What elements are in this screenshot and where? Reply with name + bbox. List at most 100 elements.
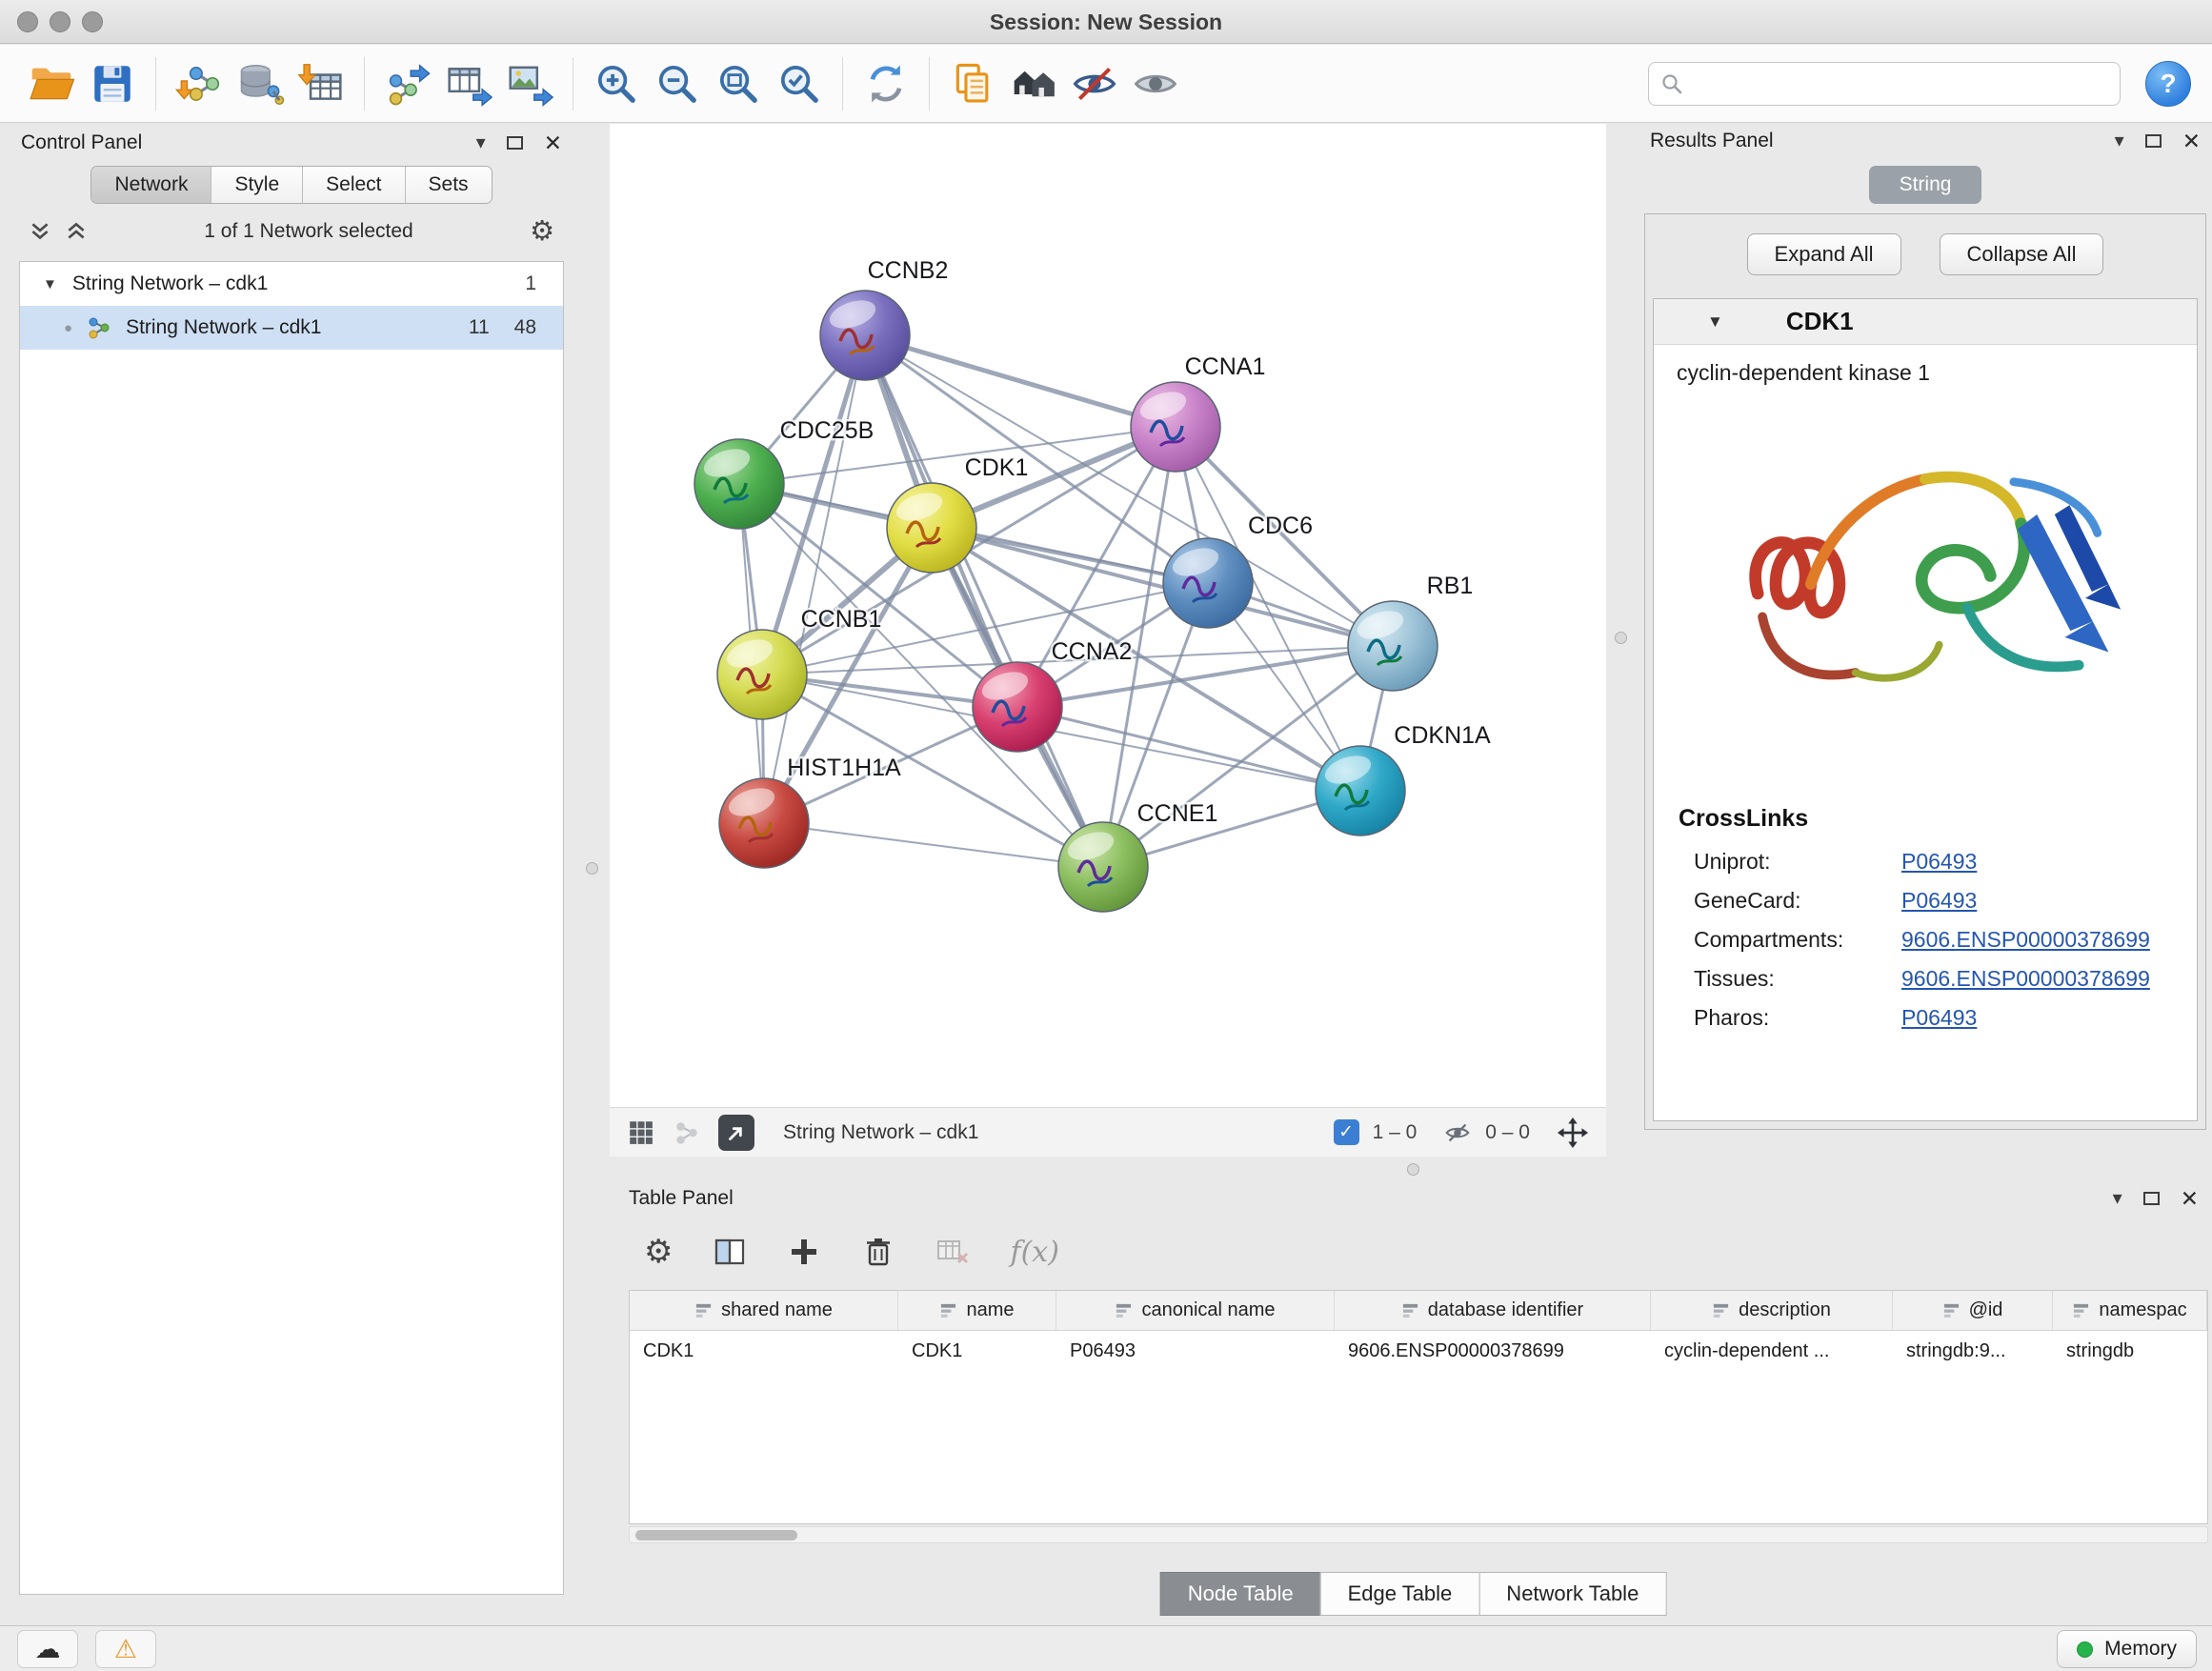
- zoom-fit-button[interactable]: [708, 53, 769, 114]
- table-cell[interactable]: CDK1: [898, 1331, 1056, 1371]
- crosslink-link-tissues[interactable]: 9606.ENSP00000378699: [1901, 966, 2150, 992]
- memory-button[interactable]: Memory: [2057, 1630, 2197, 1668]
- apply-layout-button[interactable]: [855, 53, 916, 114]
- table-cell[interactable]: CDK1: [630, 1331, 898, 1371]
- save-session-button[interactable]: [82, 53, 143, 114]
- table-settings-gear-icon[interactable]: ⚙: [644, 1236, 673, 1268]
- open-session-button[interactable]: [21, 53, 82, 114]
- toolbar-search[interactable]: [1648, 62, 2121, 106]
- column-header-id[interactable]: @id: [1893, 1291, 2053, 1330]
- gene-card-header[interactable]: ▼ CDK1: [1654, 299, 2197, 345]
- column-header-database-identifier[interactable]: database identifier: [1335, 1291, 1651, 1330]
- collapse-all-button[interactable]: Collapse All: [1940, 233, 2104, 275]
- open-in-window-button[interactable]: [718, 1115, 754, 1151]
- tab-string[interactable]: String: [1869, 166, 1981, 204]
- column-header-namespace[interactable]: namespac: [2053, 1291, 2207, 1330]
- import-network-file-button[interactable]: [169, 53, 230, 114]
- search-input[interactable]: [1691, 72, 2108, 95]
- tab-network-table[interactable]: Network Table: [1478, 1572, 1666, 1616]
- zoom-out-button[interactable]: [647, 53, 708, 114]
- birds-eye-grid-icon[interactable]: [627, 1118, 655, 1147]
- add-row-plus-icon[interactable]: [787, 1235, 821, 1269]
- column-header-shared-name[interactable]: shared name: [630, 1291, 898, 1330]
- zoom-in-button[interactable]: [586, 53, 647, 114]
- float-panel-icon[interactable]: [507, 136, 523, 150]
- network-node-rb1[interactable]: RB1: [1348, 573, 1473, 691]
- hidden-eye-slash-icon[interactable]: [1443, 1118, 1472, 1147]
- network-node-hist1h1a[interactable]: HIST1H1A: [719, 755, 901, 868]
- double-chevron-up-icon[interactable]: [65, 220, 88, 243]
- network-node-cdk1[interactable]: CDK1: [887, 454, 1028, 573]
- collapse-panel-icon[interactable]: ▾: [2115, 131, 2124, 151]
- expand-all-button[interactable]: Expand All: [1747, 233, 1901, 275]
- network-edge[interactable]: [764, 823, 1103, 867]
- close-panel-icon[interactable]: ✕: [544, 132, 562, 154]
- collapse-gene-icon[interactable]: ▼: [1707, 312, 1723, 332]
- help-button[interactable]: ?: [2145, 61, 2191, 107]
- splitter-handle[interactable]: [1615, 632, 1627, 644]
- float-panel-icon[interactable]: [2143, 1192, 2160, 1205]
- show-graphics-button[interactable]: [1125, 53, 1186, 114]
- network-node-cdkn1a[interactable]: CDKN1A: [1316, 722, 1491, 836]
- splitter-handle[interactable]: [586, 862, 598, 875]
- tab-select[interactable]: Select: [303, 167, 405, 203]
- export-image-button[interactable]: [499, 53, 560, 114]
- network-node-cdc25b[interactable]: CDC25B: [694, 417, 874, 529]
- network-node-ccna1[interactable]: CCNA1: [1131, 353, 1265, 472]
- cloud-button[interactable]: ☁: [17, 1630, 78, 1668]
- collapse-panel-icon[interactable]: ▾: [2113, 1189, 2122, 1208]
- tree-expand-icon[interactable]: ▼: [43, 276, 57, 292]
- tab-node-table[interactable]: Node Table: [1160, 1572, 1321, 1616]
- network-edge[interactable]: [865, 335, 1103, 867]
- table-cell[interactable]: P06493: [1056, 1331, 1335, 1371]
- selected-checkbox-icon[interactable]: ✓: [1334, 1119, 1359, 1145]
- double-chevron-down-icon[interactable]: [29, 220, 51, 243]
- close-panel-icon[interactable]: ✕: [2181, 1188, 2199, 1210]
- import-network-database-button[interactable]: [230, 53, 291, 114]
- network-edge[interactable]: [865, 335, 1176, 427]
- crosslink-link-pharos[interactable]: P06493: [1901, 1005, 1977, 1031]
- column-header-description[interactable]: description: [1651, 1291, 1893, 1330]
- tab-sets[interactable]: Sets: [406, 167, 492, 203]
- network-canvas[interactable]: CCNB2CCNA1CDC25BCDK1CDC6RB1CCNB1CCNA2CDK…: [610, 124, 1606, 1107]
- share-network-icon[interactable]: [673, 1118, 701, 1147]
- network-edge[interactable]: [932, 528, 1393, 646]
- collapse-panel-icon[interactable]: ▾: [476, 133, 486, 152]
- hide-graphics-button[interactable]: [1064, 53, 1125, 114]
- tab-network[interactable]: Network: [91, 167, 211, 203]
- float-panel-icon[interactable]: [2145, 134, 2162, 148]
- scrollbar-thumb[interactable]: [635, 1530, 797, 1540]
- table-cell[interactable]: cyclin-dependent ...: [1651, 1331, 1893, 1371]
- delete-row-trash-icon[interactable]: [861, 1235, 895, 1269]
- table-cell[interactable]: stringdb:9...: [1893, 1331, 2053, 1371]
- export-table-button[interactable]: [438, 53, 499, 114]
- home-button[interactable]: [1003, 53, 1064, 114]
- network-row-selected[interactable]: ● String Network – cdk1 11 48: [20, 306, 563, 350]
- gear-icon[interactable]: ⚙: [530, 218, 554, 246]
- table-cell[interactable]: 9606.ENSP00000378699: [1335, 1331, 1651, 1371]
- node-label: CDC25B: [780, 417, 875, 444]
- network-node-ccnb2[interactable]: CCNB2: [820, 257, 948, 380]
- crosslink-link-genecard[interactable]: P06493: [1901, 888, 1977, 914]
- column-header-name[interactable]: name: [898, 1291, 1056, 1330]
- column-header-canonical-name[interactable]: canonical name: [1056, 1291, 1335, 1330]
- table-cell[interactable]: stringdb: [2053, 1331, 2207, 1371]
- horizontal-scrollbar[interactable]: [629, 1526, 2208, 1543]
- insert-column-icon[interactable]: [713, 1235, 747, 1269]
- crosshair-icon[interactable]: [1557, 1117, 1589, 1149]
- network-edge[interactable]: [764, 335, 865, 823]
- tab-edge-table[interactable]: Edge Table: [1320, 1572, 1480, 1616]
- zoom-selected-button[interactable]: [769, 53, 830, 114]
- documents-button[interactable]: [942, 53, 1003, 114]
- table-row[interactable]: CDK1 CDK1 P06493 9606.ENSP00000378699 cy…: [630, 1331, 2207, 1371]
- network-collection-row[interactable]: ▼ String Network – cdk1 1: [20, 262, 563, 306]
- export-network-button[interactable]: [377, 53, 438, 114]
- crosslink-link-compartments[interactable]: 9606.ENSP00000378699: [1901, 927, 2150, 953]
- close-panel-icon[interactable]: ✕: [2182, 131, 2201, 152]
- warnings-button[interactable]: ⚠: [95, 1630, 156, 1668]
- node-label: RB1: [1427, 573, 1474, 599]
- splitter-handle[interactable]: [1407, 1163, 1419, 1176]
- import-table-button[interactable]: [291, 53, 352, 114]
- tab-style[interactable]: Style: [211, 167, 303, 203]
- crosslink-link-uniprot[interactable]: P06493: [1901, 849, 1977, 875]
